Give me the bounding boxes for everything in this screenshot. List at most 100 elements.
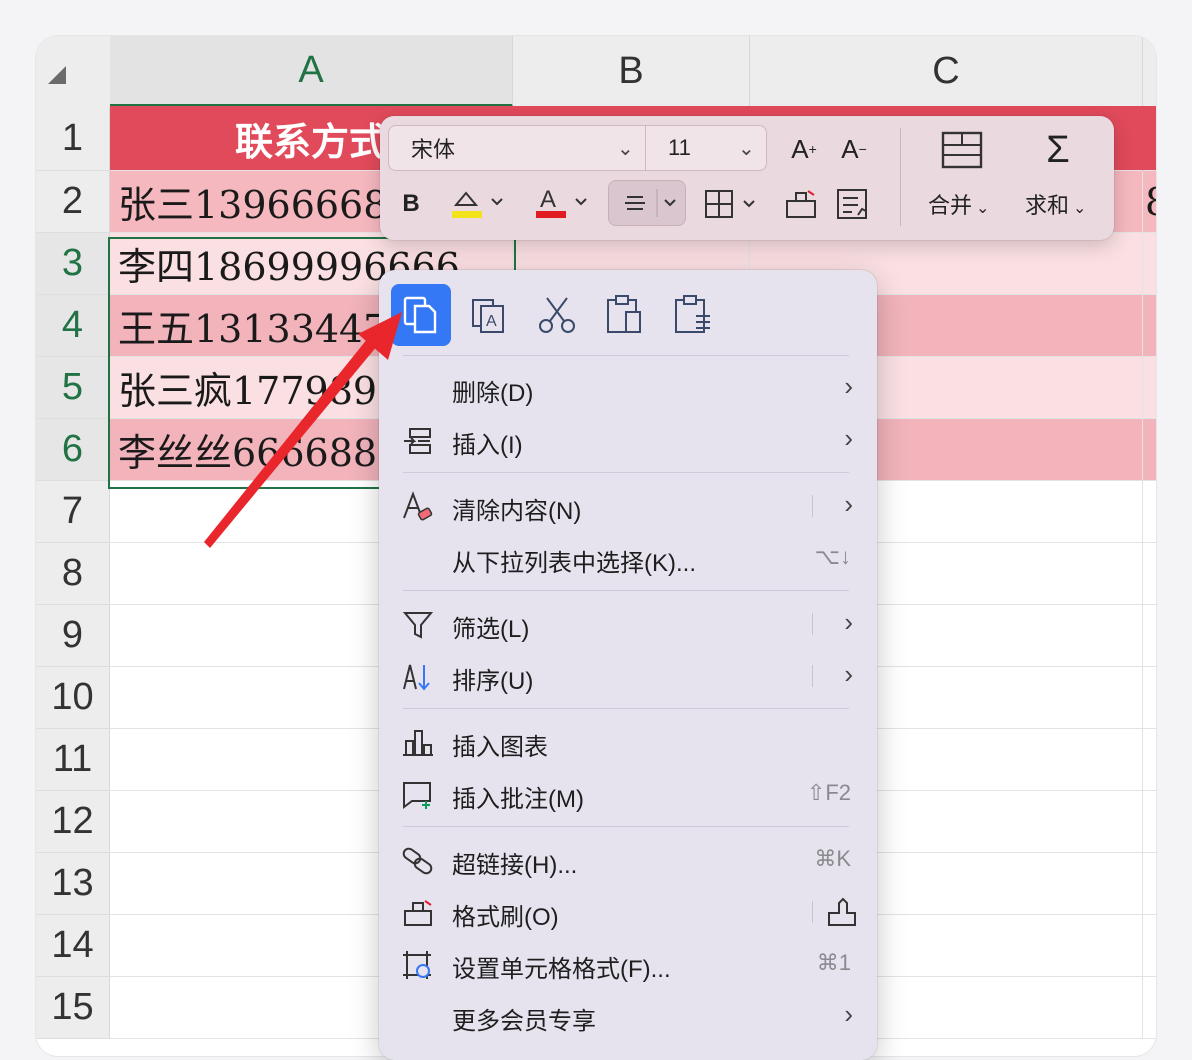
menu-item-divider: [812, 613, 813, 635]
chevron-down-icon: ⌄: [617, 138, 634, 160]
row-header[interactable]: 2: [36, 171, 110, 233]
font-size-value: 11: [668, 135, 691, 160]
cell[interactable]: [1143, 419, 1156, 481]
row-header[interactable]: 9: [36, 605, 110, 667]
copy-as-picture-button[interactable]: A: [459, 284, 519, 346]
menu-item-label: 排序(U): [452, 668, 534, 695]
font-name-select[interactable]: 宋体 ⌄: [388, 125, 646, 171]
bold-button[interactable]: B: [394, 184, 428, 224]
sum-menu-button[interactable]: 求和 ⌄: [1025, 188, 1086, 220]
menu-item-more-member[interactable]: 更多会员专享 ›: [379, 991, 877, 1041]
chevron-down-icon: ⌄: [738, 138, 755, 160]
increase-font-icon[interactable]: A +: [784, 130, 824, 168]
decrease-font-icon[interactable]: A −: [834, 130, 874, 168]
paste-special-button[interactable]: [663, 284, 723, 346]
row-header[interactable]: 8: [36, 543, 110, 605]
column-header-b[interactable]: B: [513, 36, 750, 107]
filter-icon: [401, 608, 435, 642]
paste-special-icon: [675, 295, 710, 333]
row-header[interactable]: 5: [36, 357, 110, 419]
menu-item-sort[interactable]: 排序(U) ›: [379, 651, 877, 701]
format-painter-icon: [401, 896, 435, 930]
cell[interactable]: [1143, 853, 1156, 915]
row-header[interactable]: 11: [36, 729, 110, 791]
menu-separator: [403, 472, 849, 473]
merge-cells-icon[interactable]: [936, 128, 988, 172]
cell[interactable]: [1143, 357, 1156, 419]
menu-item-format-cells[interactable]: 设置单元格格式(F)... ⌘1: [379, 939, 877, 989]
menu-item-label: 清除内容(N): [452, 498, 582, 525]
row-header[interactable]: 3: [36, 233, 110, 295]
chevron-down-icon: ⌄: [1073, 200, 1087, 217]
fill-color-button[interactable]: [448, 182, 506, 226]
comment-icon: [401, 778, 435, 812]
menu-item-divider: [812, 495, 813, 517]
cell[interactable]: [1143, 729, 1156, 791]
cell[interactable]: [1143, 106, 1156, 171]
menu-item-delete[interactable]: 删除(D) ›: [379, 363, 877, 413]
paste-button[interactable]: [595, 284, 655, 346]
row-header[interactable]: 4: [36, 295, 110, 357]
format-painter-icon[interactable]: [780, 182, 822, 226]
sum-icon[interactable]: Σ: [1034, 128, 1082, 172]
submenu-arrow-icon: ›: [844, 489, 853, 519]
copy-as-picture-icon: A: [472, 299, 504, 333]
menu-item-hyperlink[interactable]: 超链接(H)... ⌘K: [379, 835, 877, 885]
row-header[interactable]: 6: [36, 419, 110, 481]
cell[interactable]: [1143, 233, 1156, 295]
submenu-arrow-icon: ›: [844, 371, 853, 401]
link-icon: [401, 844, 435, 878]
cell[interactable]: 8: [1143, 171, 1156, 233]
menu-item-insert-chart[interactable]: 插入图表: [379, 717, 877, 767]
menu-separator: [403, 826, 849, 827]
menu-item-filter[interactable]: 筛选(L) ›: [379, 599, 877, 649]
cut-button[interactable]: [527, 284, 587, 346]
menu-item-shortcut: ⇧F2: [806, 780, 851, 805]
mini-format-toolbar: 宋体 ⌄ 11 ⌄ A + A − Σ B A 合并 ⌄ 求和 ⌄: [380, 116, 1114, 240]
conditional-format-icon[interactable]: [832, 182, 874, 226]
menu-item-label: 更多会员专享: [452, 1008, 596, 1035]
cell[interactable]: [1143, 481, 1156, 543]
menu-item-insert[interactable]: 插入(I) ›: [379, 415, 877, 465]
cell[interactable]: [1143, 605, 1156, 667]
menu-item-clear-contents[interactable]: 清除内容(N) ›: [379, 481, 877, 531]
copy-button[interactable]: [391, 284, 451, 346]
menu-item-label: 筛选(L): [452, 616, 530, 643]
row-header[interactable]: 10: [36, 667, 110, 729]
borders-button[interactable]: [702, 182, 760, 226]
row-header[interactable]: 7: [36, 481, 110, 543]
cell[interactable]: [1143, 977, 1156, 1039]
cell[interactable]: [1143, 791, 1156, 853]
font-color-button[interactable]: A: [532, 182, 590, 226]
merge-label: 合并: [928, 193, 973, 218]
menu-item-label: 格式刷(O): [452, 904, 559, 931]
font-size-select[interactable]: 11 ⌄: [645, 125, 767, 171]
align-center-button[interactable]: [608, 180, 686, 226]
copy-icon: [403, 296, 437, 334]
menu-separator: [403, 590, 849, 591]
pin-format-painter-icon[interactable]: [825, 895, 859, 934]
row-header[interactable]: 1: [36, 106, 110, 171]
menu-item-format-painter[interactable]: 格式刷(O): [379, 887, 877, 937]
menu-item-label: 从下拉列表中选择(K)...: [452, 550, 696, 577]
sort-icon: [401, 660, 435, 694]
column-header-c[interactable]: C: [750, 36, 1143, 107]
merge-menu-button[interactable]: 合并 ⌄: [928, 188, 989, 220]
column-header-d[interactable]: [1143, 36, 1156, 107]
row-header[interactable]: 14: [36, 915, 110, 977]
column-header-a[interactable]: A: [110, 36, 513, 107]
context-menu: A 删除(D) › 插入(I) › 清除内容(N) › 从下拉列表中选择(K).…: [379, 270, 877, 1060]
menu-item-insert-comment[interactable]: 插入批注(M) ⇧F2: [379, 769, 877, 819]
row-header[interactable]: 13: [36, 853, 110, 915]
chart-icon: [401, 726, 435, 760]
row-header[interactable]: 12: [36, 791, 110, 853]
select-all-corner[interactable]: [36, 36, 111, 107]
cell[interactable]: [1143, 667, 1156, 729]
menu-item-label: 插入图表: [452, 734, 548, 761]
cell[interactable]: [1143, 295, 1156, 357]
cell[interactable]: [1143, 543, 1156, 605]
row-header[interactable]: 15: [36, 977, 110, 1039]
menu-item-label: 超链接(H)...: [452, 852, 578, 879]
cell[interactable]: [1143, 915, 1156, 977]
menu-item-pick-from-list[interactable]: 从下拉列表中选择(K)... ⌥↓: [379, 533, 877, 583]
